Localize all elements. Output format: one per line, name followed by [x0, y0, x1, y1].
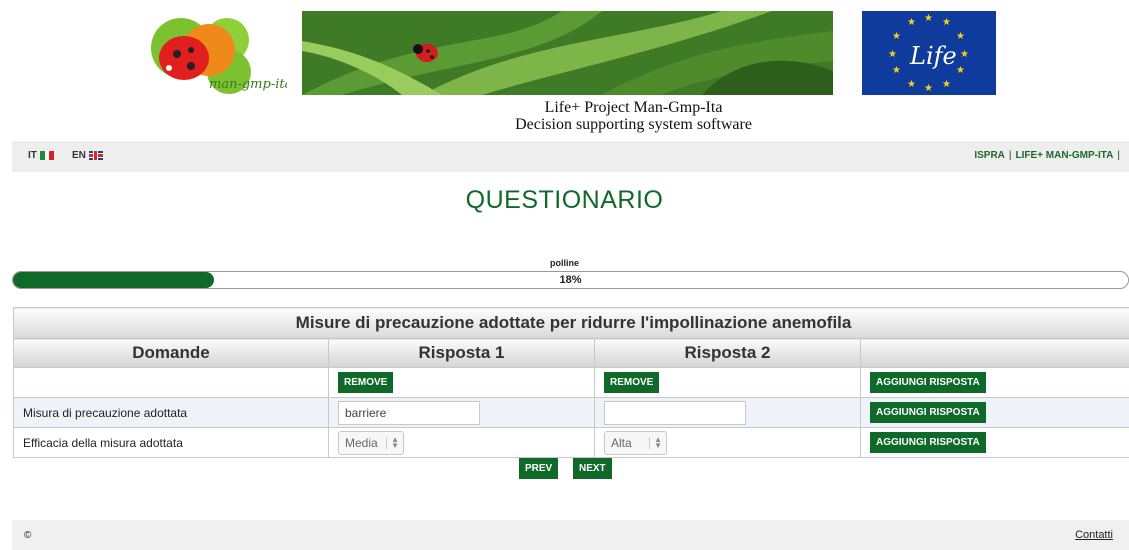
svg-text:★: ★	[942, 17, 951, 28]
lang-it-label: IT	[28, 150, 37, 161]
updown-arrows-icon: ▲ ▼	[649, 435, 662, 449]
next-button[interactable]: NEXT	[573, 458, 612, 479]
svg-text:★: ★	[888, 49, 897, 60]
project-subtitle: Life+ Project Man-Gmp-Ita Decision suppo…	[300, 99, 967, 133]
logo-text: man-gmp-ita	[209, 77, 287, 92]
nav-link-life-man-gmp-ita[interactable]: LIFE+ MAN-GMP-ITA	[1016, 150, 1114, 161]
contact-link[interactable]: Contatti	[1075, 529, 1113, 541]
remove-answer-1-button[interactable]: REMOVE	[338, 372, 394, 393]
question-label: Efficacia della misura adottata	[13, 427, 329, 458]
table-row: Efficacia della misura adottata Media ▲ ▼…	[13, 427, 1129, 458]
add-answer-button[interactable]: AGGIUNGI RISPOSTA	[870, 372, 986, 393]
lang-en-link[interactable]: EN	[72, 150, 103, 161]
empty-cell	[13, 367, 329, 398]
answer-1-text-input[interactable]: barriere	[338, 400, 480, 425]
svg-text:★: ★	[924, 13, 933, 24]
question-label: Misura di precauzione adottata	[13, 397, 329, 428]
add-answer-button[interactable]: AGGIUNGI RISPOSTA	[870, 402, 986, 423]
svg-text:★: ★	[956, 65, 965, 76]
answer-2-select[interactable]: Alta ▲ ▼	[604, 430, 667, 455]
subtitle-line-2: Decision supporting system software	[515, 116, 752, 133]
svg-text:★: ★	[942, 79, 951, 90]
header-domande: Domande	[13, 338, 329, 368]
answer-1-select[interactable]: Media ▲ ▼	[338, 430, 404, 455]
prev-button[interactable]: PREV	[519, 458, 559, 479]
uk-flag-icon	[88, 151, 103, 160]
nav-link-ispra[interactable]: ISPRA	[974, 150, 1005, 161]
nav-separator: |	[1117, 150, 1120, 161]
answer-2-text-input[interactable]	[604, 400, 746, 425]
eu-life-logo: ★ ★ ★ ★ ★ ★ ★ ★ ★ ★ ★ ★ Life	[862, 11, 996, 95]
eu-life-text: Life	[909, 42, 957, 70]
lang-en-label: EN	[72, 150, 86, 161]
header-risposta-1: Risposta 1	[328, 338, 595, 368]
svg-text:★: ★	[907, 17, 916, 28]
svg-text:★: ★	[907, 79, 916, 90]
select-value: Media	[345, 435, 378, 450]
nav-separator: |	[1008, 150, 1012, 161]
table-row-actions: REMOVE REMOVE AGGIUNGI RISPOSTA	[13, 367, 1129, 398]
svg-text:★: ★	[956, 31, 965, 42]
progress-percent-label: 18%	[559, 274, 582, 286]
svg-text:★: ★	[892, 65, 901, 76]
table-caption: Misure di precauzione adottate per ridur…	[12, 307, 1129, 339]
add-answer-button[interactable]: AGGIUNGI RISPOSTA	[870, 432, 986, 453]
progress-bar: 18%	[12, 271, 1129, 289]
italy-flag-icon	[39, 151, 54, 160]
man-gmp-ita-logo: man-gmp-ita	[139, 10, 292, 98]
top-nav-bar: IT EN ISPRA | LIFE+ MAN-GMP-ITA |	[12, 141, 1129, 172]
progress-section-name: polline	[550, 258, 579, 268]
copyright-symbol: ©	[24, 530, 32, 541]
remove-answer-2-button[interactable]: REMOVE	[604, 372, 660, 393]
updown-arrows-icon: ▲ ▼	[386, 435, 399, 449]
header-actions	[859, 338, 1129, 368]
subtitle-line-1: Life+ Project Man-Gmp-Ita	[544, 99, 723, 116]
footer: © Contatti	[12, 520, 1129, 550]
svg-text:★: ★	[892, 31, 901, 42]
header-risposta-2: Risposta 2	[594, 338, 861, 368]
lang-it-link[interactable]: IT	[28, 150, 54, 161]
svg-text:★: ★	[924, 83, 933, 94]
select-value: Alta	[611, 435, 632, 450]
table-row: Misura di precauzione adottata barriere …	[13, 397, 1129, 428]
questionnaire-table: Misure di precauzione adottate per ridur…	[12, 307, 1129, 458]
svg-text:★: ★	[960, 49, 969, 60]
page-title: QUESTIONARIO	[465, 186, 664, 214]
header-banner-image	[302, 11, 833, 95]
nav-links: ISPRA | LIFE+ MAN-GMP-ITA |	[974, 150, 1120, 161]
